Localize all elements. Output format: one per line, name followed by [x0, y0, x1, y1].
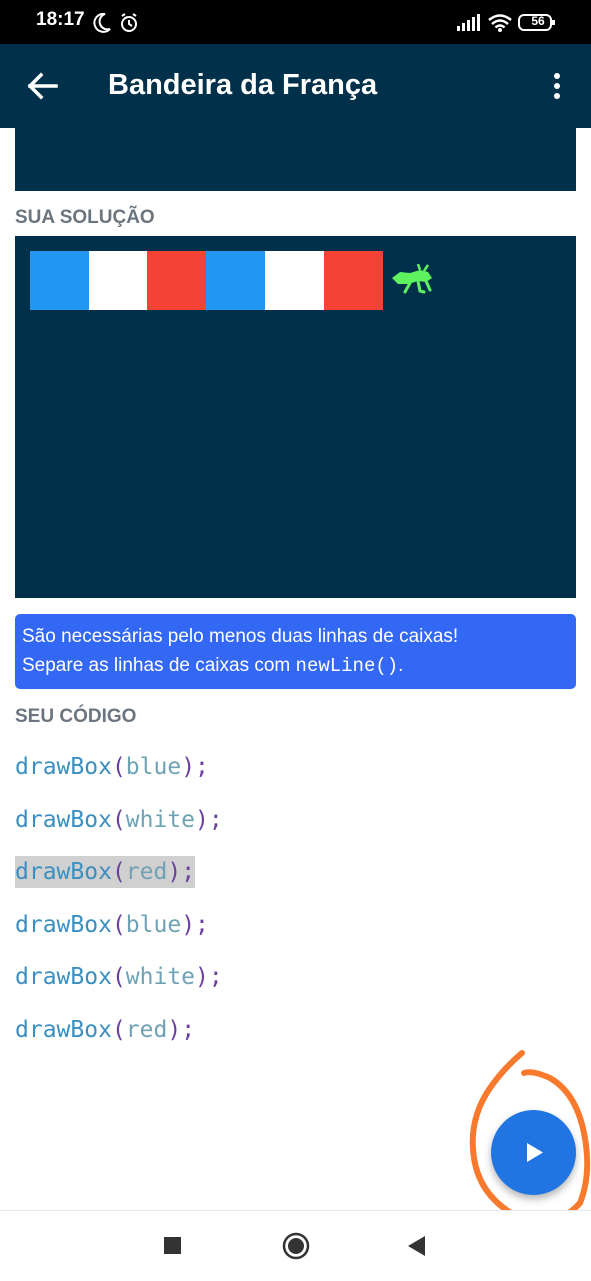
code-fn: drawBox	[15, 859, 112, 885]
status-bar: 18:17 56	[0, 0, 591, 44]
code-paren: )	[195, 807, 209, 833]
moon-icon	[93, 12, 137, 33]
code-semicolon: ;	[181, 1017, 196, 1043]
arrow-left-icon	[27, 72, 58, 100]
code-semicolon: ;	[181, 859, 196, 885]
code-paren: (	[111, 1017, 126, 1043]
box-red	[147, 251, 207, 310]
hint-code: newLine()	[295, 655, 399, 677]
code-line-selected[interactable]: drawBox(red);	[15, 856, 196, 888]
alarm-icon	[121, 13, 137, 32]
home-icon[interactable]	[281, 1231, 311, 1261]
code-arg: blue	[125, 754, 182, 780]
box-white	[88, 251, 148, 310]
code-fn: drawBox	[15, 964, 112, 990]
status-icons-right: 56	[457, 13, 557, 38]
hint-line-2-text: Separe as linhas de caixas com	[22, 655, 296, 676]
grasshopper-icon	[392, 264, 432, 294]
box-blue	[30, 251, 89, 310]
target-canvas	[15, 128, 576, 191]
back-nav-icon[interactable]	[405, 1234, 427, 1258]
recents-icon[interactable]	[163, 1236, 183, 1256]
code-fn: drawBox	[15, 807, 112, 833]
more-vert-icon	[554, 73, 560, 99]
code-arg: blue	[125, 912, 182, 938]
system-nav-bar	[0, 1210, 591, 1281]
code-semicolon: ;	[195, 754, 209, 780]
code-label: SEU CÓDIGO	[15, 706, 137, 727]
code-line[interactable]: drawBox(white);	[15, 961, 223, 993]
code-paren: )	[181, 754, 196, 780]
code-paren: )	[195, 964, 209, 990]
hint-line-1: São necessárias pelo menos duas linhas d…	[22, 626, 459, 647]
code-paren: (	[111, 912, 126, 938]
code-paren: (	[111, 964, 126, 990]
solution-canvas	[15, 236, 576, 598]
box-blue	[206, 251, 266, 310]
code-semicolon: ;	[195, 912, 209, 938]
code-line[interactable]: drawBox(blue);	[15, 909, 209, 941]
wifi-icon	[488, 14, 512, 32]
code-paren: (	[111, 859, 126, 885]
status-time: 18:17	[36, 9, 85, 30]
hint-line-2: Separe as linhas de caixas com newLine()…	[22, 651, 568, 681]
code-semicolon: ;	[208, 807, 223, 833]
box-white	[264, 251, 324, 310]
code-fn: drawBox	[15, 912, 112, 938]
code-paren: )	[167, 859, 182, 885]
battery-level: 56	[531, 14, 545, 28]
code-arg: white	[125, 807, 196, 833]
hint-banner: São necessárias pelo menos duas linhas d…	[15, 614, 576, 689]
code-line[interactable]: drawBox(red);	[15, 1014, 195, 1046]
code-paren: )	[167, 1017, 182, 1043]
code-semicolon: ;	[208, 964, 223, 990]
play-icon	[527, 1143, 543, 1162]
signal-icon	[457, 14, 480, 31]
code-arg: white	[125, 964, 196, 990]
page-title: Bandeira da França	[108, 69, 378, 101]
code-fn: drawBox	[15, 754, 112, 780]
run-button[interactable]	[491, 1110, 576, 1195]
code-paren: (	[111, 807, 126, 833]
code-paren: )	[181, 912, 196, 938]
code-fn: drawBox	[15, 1017, 112, 1043]
hint-line-2-suffix: .	[398, 655, 404, 676]
code-line[interactable]: drawBox(white);	[15, 804, 223, 836]
code-arg: red	[125, 1017, 168, 1043]
back-button[interactable]	[24, 64, 64, 108]
code-line[interactable]: drawBox(blue);	[15, 751, 209, 783]
more-options-button[interactable]	[545, 66, 569, 106]
code-arg: red	[125, 859, 168, 885]
code-paren: (	[111, 754, 126, 780]
solution-label: SUA SOLUÇÃO	[15, 207, 155, 228]
status-icons-left	[92, 12, 140, 39]
box-red	[323, 251, 383, 310]
app-bar: Bandeira da França	[0, 44, 591, 128]
